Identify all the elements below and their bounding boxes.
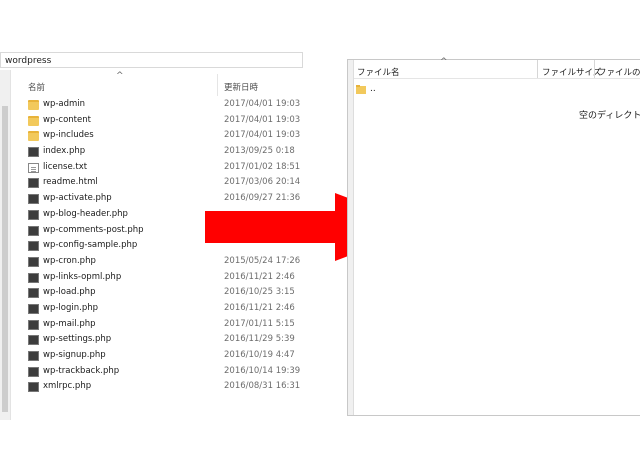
- file-name: wp-content: [43, 114, 91, 125]
- php-file-icon: [28, 209, 39, 220]
- file-name: xmlrpc.php: [43, 381, 92, 392]
- folder-icon: [28, 100, 39, 110]
- php-file-icon: [28, 382, 39, 393]
- file-name: wp-admin: [43, 99, 86, 109]
- file-modified-date: 2017/04/01 19:03: [224, 99, 301, 109]
- file-modified-date: 2016/11/21 2:46: [224, 302, 295, 313]
- php-file-icon: [28, 147, 39, 158]
- local-scrollbar[interactable]: [0, 70, 11, 420]
- file-name: wp-blog-header.php: [43, 208, 128, 219]
- file-row[interactable]: license.txt 2017/01/02 18:51: [28, 160, 303, 176]
- column-header-filesize[interactable]: ファイルサイズ: [542, 66, 601, 78]
- file-row[interactable]: wp-links-opml.php 2016/11/21 2:46: [28, 270, 303, 286]
- local-path-bar[interactable]: wordpress: [0, 52, 303, 68]
- file-name: wp-settings.php: [43, 334, 112, 345]
- file-name: readme.html: [43, 177, 98, 188]
- file-row[interactable]: index.php 2013/09/25 0:18: [28, 144, 303, 160]
- empty-directory-message: 空のディレクトリー: [579, 111, 640, 121]
- file-row[interactable]: wp-content 2017/04/01 19:03: [28, 113, 303, 129]
- file-modified-date: 2016/10/19 4:47: [224, 350, 295, 360]
- php-file-icon: [28, 256, 39, 267]
- remote-file-pane: ファイル名 ^ ファイルサイズ ファイルの種類 .. 空のディレクトリー: [347, 57, 640, 416]
- file-row[interactable]: wp-mail.php 2017/01/11 5:15: [28, 317, 303, 333]
- column-header-date[interactable]: 更新日時: [224, 81, 258, 93]
- file-modified-date: 2016/10/14 19:39: [224, 365, 301, 376]
- file-modified-date: 2013/09/25 0:18: [224, 146, 295, 157]
- file-name: wp-includes: [43, 130, 94, 141]
- file-row[interactable]: wp-login.php 2016/11/21 2:46: [28, 301, 303, 317]
- file-name: wp-activate.php: [43, 193, 112, 204]
- file-modified-date: 2017/04/01 19:03: [224, 130, 301, 141]
- file-modified-date: 2016/11/29 5:39: [224, 334, 295, 345]
- column-header-filetype[interactable]: ファイルの種類: [598, 66, 640, 78]
- sort-ascending-icon: ^: [440, 57, 448, 67]
- column-header-name[interactable]: 名前: [28, 81, 45, 93]
- local-column-header: 名前 ^ 更新日時: [12, 71, 303, 96]
- column-divider[interactable]: [594, 60, 595, 78]
- column-divider[interactable]: [537, 60, 538, 78]
- file-row[interactable]: wp-includes 2017/04/01 19:03: [28, 128, 303, 144]
- local-scrollbar-thumb[interactable]: [2, 106, 8, 412]
- php-file-icon: [28, 288, 39, 299]
- file-row[interactable]: wp-load.php 2016/10/25 3:15: [28, 285, 303, 301]
- php-file-icon: [28, 335, 39, 346]
- php-file-icon: [28, 366, 39, 377]
- file-name: wp-links-opml.php: [43, 271, 122, 282]
- sort-ascending-icon: ^: [116, 71, 124, 81]
- file-name: index.php: [43, 146, 86, 157]
- php-file-icon: [28, 351, 39, 361]
- text-file-icon: [28, 162, 39, 173]
- file-modified-date: 2017/03/06 20:14: [224, 177, 301, 188]
- file-modified-date: 2017/01/11 5:15: [224, 318, 295, 329]
- file-name: wp-load.php: [43, 287, 96, 298]
- remote-scrollbar[interactable]: [348, 60, 354, 415]
- file-modified-date: 2016/10/25 3:15: [224, 287, 295, 298]
- php-file-icon: [28, 225, 39, 236]
- file-modified-date: 2017/01/02 18:51: [224, 161, 301, 172]
- file-name: wp-cron.php: [43, 255, 96, 266]
- php-file-icon: [28, 194, 39, 205]
- folder-icon: [28, 115, 39, 126]
- file-modified-date: 2016/08/31 16:31: [224, 381, 301, 392]
- file-modified-date: 2017/04/01 19:03: [224, 114, 301, 125]
- column-divider[interactable]: [217, 74, 218, 96]
- file-row[interactable]: xmlrpc.php 2016/08/31 16:31: [28, 379, 303, 395]
- remote-column-header: ファイル名 ^ ファイルサイズ ファイルの種類: [354, 57, 640, 79]
- php-file-icon: [28, 272, 39, 283]
- file-row[interactable]: wp-settings.php 2016/11/29 5:39: [28, 332, 303, 348]
- php-file-icon: [28, 319, 39, 330]
- file-name: wp-trackback.php: [43, 365, 120, 376]
- file-name: license.txt: [43, 161, 88, 172]
- file-modified-date: 2016/11/21 2:46: [224, 271, 295, 282]
- file-name: wp-signup.php: [43, 350, 106, 360]
- folder-icon: [356, 85, 366, 94]
- file-row[interactable]: wp-admin 2017/04/01 19:03: [28, 97, 303, 113]
- html-file-icon: [28, 178, 39, 189]
- folder-icon: [28, 131, 39, 142]
- file-name: wp-config-sample.php: [43, 240, 138, 251]
- column-header-filename[interactable]: ファイル名: [357, 66, 400, 78]
- file-name: wp-comments-post.php: [43, 224, 144, 235]
- php-file-icon: [28, 241, 39, 252]
- file-row[interactable]: readme.html 2017/03/06 20:14: [28, 175, 303, 191]
- file-row[interactable]: wp-signup.php 2016/10/19 4:47: [28, 348, 303, 364]
- parent-directory-label: ..: [370, 84, 376, 94]
- file-name: wp-login.php: [43, 302, 99, 313]
- php-file-icon: [28, 303, 39, 314]
- file-name: wp-mail.php: [43, 318, 96, 329]
- file-row[interactable]: wp-trackback.php 2016/10/14 19:39: [28, 364, 303, 380]
